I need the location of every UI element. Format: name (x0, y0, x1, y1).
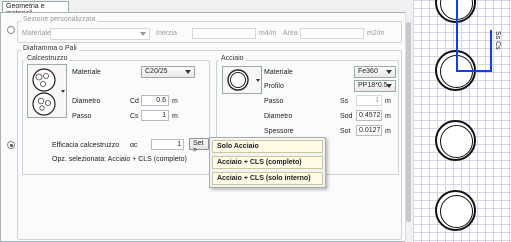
custom-inertia-field[interactable] (192, 28, 256, 39)
custom-section-title: Sezione personalizzata (21, 16, 98, 23)
custom-material-select[interactable] (50, 28, 150, 40)
concrete-spacing-label: Passo (72, 113, 92, 120)
concrete-spacing-unit: m (172, 113, 178, 120)
concrete-material-select[interactable]: C20/25 (141, 66, 195, 78)
drawing-canvas[interactable]: Ss Cs (413, 0, 511, 242)
custom-inertia-label: Inerzia (156, 30, 178, 37)
steel-diameter-unit: m (385, 113, 391, 120)
radio-custom-section[interactable] (7, 26, 15, 34)
steel-spacing-label: Passo (264, 98, 284, 105)
custom-area-label: Area (283, 30, 298, 37)
concrete-spacing-symbol: Cs (130, 113, 139, 120)
steel-thickness-field[interactable]: 0.0127 (356, 125, 382, 136)
steel-thickness-unit: m (385, 128, 391, 135)
popup-item-acciaio-cls-completo[interactable]: Acciaio + CLS (completo) (212, 156, 323, 169)
set-options-popup: Solo Acciaio Acciaio + CLS (completo) Ac… (209, 137, 326, 188)
steel-title: Acciaio (219, 55, 246, 62)
radio-diaphragm[interactable] (7, 141, 15, 149)
steel-thickness-symbol: Sot (340, 128, 351, 135)
spacing-dimension-line (490, 30, 492, 72)
custom-area-unit: m2/m (367, 30, 385, 37)
steel-spacing-field[interactable]: 1 (356, 95, 382, 106)
concrete-material-label: Materiale (72, 69, 101, 76)
concrete-material-value: C20/25 (145, 68, 168, 75)
chevron-down-icon (386, 70, 392, 74)
scrollbar-thumb[interactable] (406, 22, 411, 222)
set-button[interactable]: Set > (189, 138, 209, 154)
steel-diameter-field[interactable]: 0.4572 (356, 110, 382, 121)
steel-material-label: Materiale (264, 69, 293, 76)
chevron-down-icon (386, 84, 392, 88)
concrete-diameter-unit: m (172, 98, 178, 105)
steel-diameter-label: Diametro (264, 113, 293, 120)
custom-inertia-unit: m4/m (259, 30, 277, 37)
steel-profile-value: PP18*0.5 (358, 82, 388, 89)
drawing-label: Ss Cs (494, 31, 501, 50)
spacing-dimension-line (456, 0, 458, 72)
steel-material-value: Fe360 (358, 68, 378, 75)
concrete-spacing-field[interactable]: 1 (141, 110, 169, 121)
steel-diameter-symbol: Sod (340, 113, 353, 120)
concrete-dropdown-arrow-icon[interactable] (61, 90, 65, 93)
concrete-efficacy-label: Efficacia calcestruzzo (52, 142, 120, 149)
steel-profile-label: Profilo (264, 83, 284, 90)
custom-material-label: Materiale (22, 30, 51, 37)
concrete-efficacy-symbol: αc (130, 142, 138, 149)
chevron-down-icon (185, 70, 191, 74)
steel-material-select[interactable]: Fe360 (354, 66, 396, 78)
diaphragm-title: Diaframma o Pali (21, 45, 79, 52)
concrete-diameter-label: Diametro (72, 98, 101, 105)
steel-thickness-label: Spessore (264, 128, 294, 135)
concrete-title: Calcestruzzo (25, 55, 70, 62)
custom-area-field[interactable] (300, 28, 364, 39)
popup-item-acciaio-cls-interno[interactable]: Acciaio + CLS (solo interno) (212, 172, 323, 185)
pile-circle (435, 190, 476, 231)
selected-option-text: Opz. selezionata: Acciaio + CLS (complet… (52, 156, 187, 163)
steel-spacing-unit: m (385, 98, 391, 105)
axis-line (456, 70, 490, 72)
pile-circle (435, 120, 476, 161)
steel-spacing-symbol: Ss (340, 98, 349, 105)
popup-item-solo-acciaio[interactable]: Solo Acciaio (212, 140, 323, 153)
concrete-diameter-symbol: Cd (130, 98, 139, 105)
steel-profile-select[interactable]: PP18*0.5 (354, 80, 396, 92)
concrete-diameter-field[interactable]: 0.6 (141, 95, 169, 106)
steel-dropdown-arrow-icon[interactable] (256, 79, 260, 82)
concrete-efficacy-field[interactable]: 1 (151, 139, 184, 150)
